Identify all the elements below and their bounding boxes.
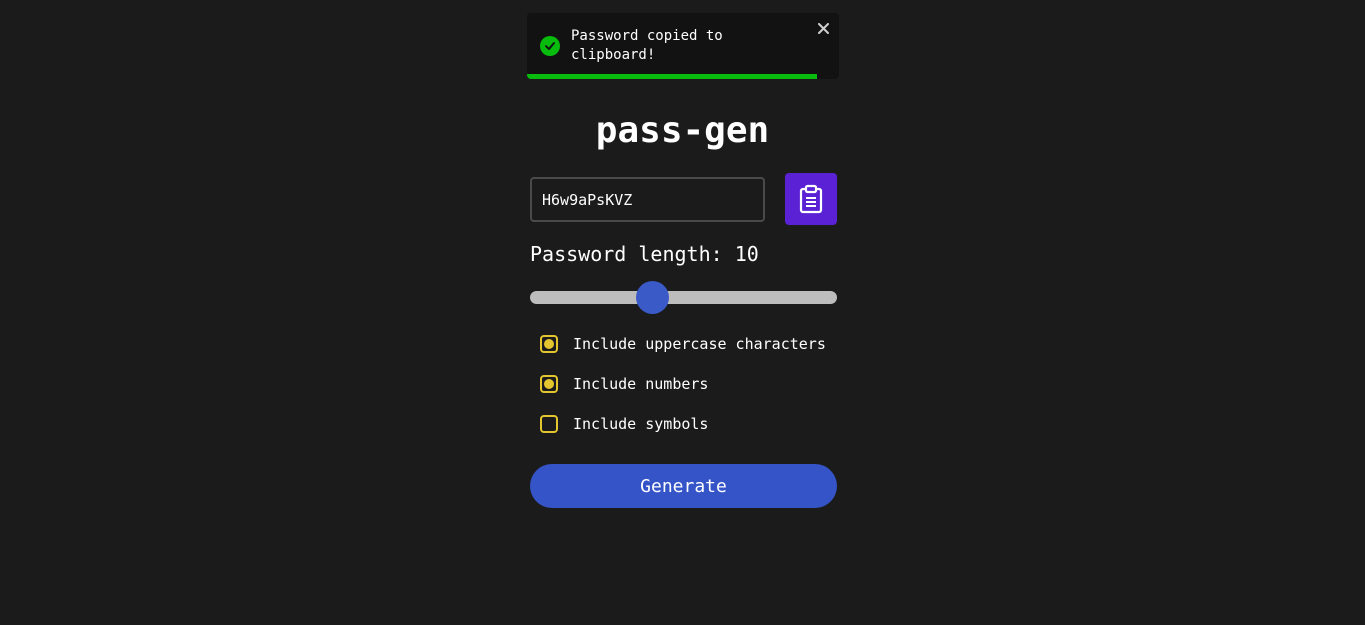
- option-uppercase[interactable]: Include uppercase characters: [540, 334, 826, 354]
- toast-message: Password copied to clipboard!: [571, 28, 723, 63]
- toast-progress-bar: [527, 74, 818, 79]
- clipboard-icon: [798, 184, 824, 214]
- checked-indicator: [544, 379, 554, 389]
- uppercase-checkbox[interactable]: [540, 335, 558, 353]
- close-icon[interactable]: [815, 20, 831, 36]
- symbols-checkbox[interactable]: [540, 415, 558, 433]
- option-numbers[interactable]: Include numbers: [540, 374, 708, 394]
- length-slider[interactable]: [530, 291, 837, 304]
- option-label: Include uppercase characters: [573, 335, 826, 353]
- app-title: pass-gen: [595, 110, 770, 151]
- option-label: Include numbers: [573, 375, 709, 393]
- option-label: Include symbols: [573, 415, 709, 433]
- copy-to-clipboard-button[interactable]: [785, 173, 837, 225]
- generate-button[interactable]: Generate: [530, 464, 837, 508]
- checked-indicator: [544, 339, 554, 349]
- length-slider-thumb[interactable]: [636, 281, 669, 314]
- toast-notification: Password copied to clipboard!: [527, 13, 839, 79]
- option-symbols[interactable]: Include symbols: [540, 414, 708, 434]
- numbers-checkbox[interactable]: [540, 375, 558, 393]
- check-circle-icon: [540, 36, 560, 56]
- password-length-label: Password length: 10: [530, 242, 759, 266]
- password-field[interactable]: [530, 177, 765, 222]
